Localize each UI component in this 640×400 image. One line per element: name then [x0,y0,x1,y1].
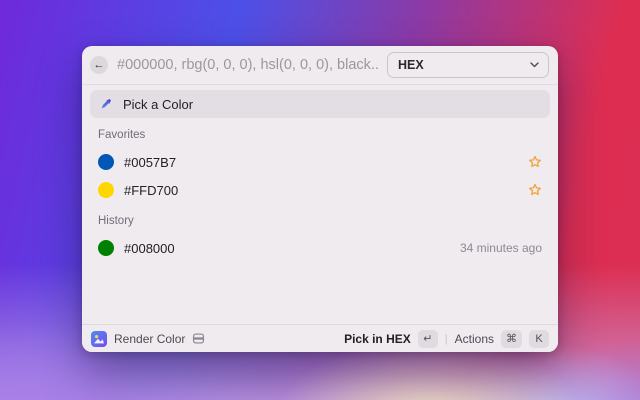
favorite-star-icon[interactable] [528,155,542,169]
color-hex-label: #FFD700 [124,182,179,198]
color-hex-label: #0057B7 [124,154,177,170]
favorite-row-0057b7[interactable]: #0057B7 [90,148,550,176]
color-picker-window: ← HEX Pi [82,46,558,352]
action-bar: Render Color Pick in HEX ↵ | Actions ⌘ K [82,324,558,352]
footer-separator: | [444,332,448,345]
primary-action-label: Pick in HEX [344,331,411,346]
action-bar-right: Pick in HEX ↵ | Actions ⌘ K [344,329,549,348]
search-input[interactable] [117,57,378,73]
color-swatch [98,240,114,256]
desktop-wallpaper: { "header": { "back_icon": "←", "search_… [0,0,640,400]
pick-a-color-item[interactable]: Pick a Color [90,90,550,118]
return-keycap[interactable]: ↵ [417,329,438,348]
printer-icon [192,332,205,345]
back-button[interactable]: ← [90,56,108,74]
command-name: Render Color [114,331,186,346]
history-timestamp: 34 minutes ago [459,241,542,255]
color-hex-label: #008000 [124,240,175,256]
result-list: Pick a Color Favorites #0057B7 #FFD700 H… [82,85,558,324]
k-keycap[interactable]: K [529,329,549,348]
favorites-section-title: Favorites [98,129,146,141]
format-dropdown-value: HEX [398,58,424,72]
color-swatch [98,154,114,170]
favorite-row-ffd700[interactable]: #FFD700 [90,176,550,204]
actions-label[interactable]: Actions [455,332,494,346]
history-row-008000[interactable]: #008000 34 minutes ago [90,234,550,262]
pick-a-color-label: Pick a Color [123,96,194,112]
back-arrow-icon: ← [93,59,105,71]
favorite-star-icon[interactable] [528,183,542,197]
eyedropper-icon [101,98,111,108]
extension-app-icon [91,330,107,347]
cmd-keycap[interactable]: ⌘ [501,329,522,348]
color-swatch [98,182,114,198]
format-dropdown[interactable]: HEX [387,52,549,78]
chevron-down-icon [530,62,539,68]
history-section-title: History [98,215,134,227]
window-header: ← HEX [82,46,558,84]
